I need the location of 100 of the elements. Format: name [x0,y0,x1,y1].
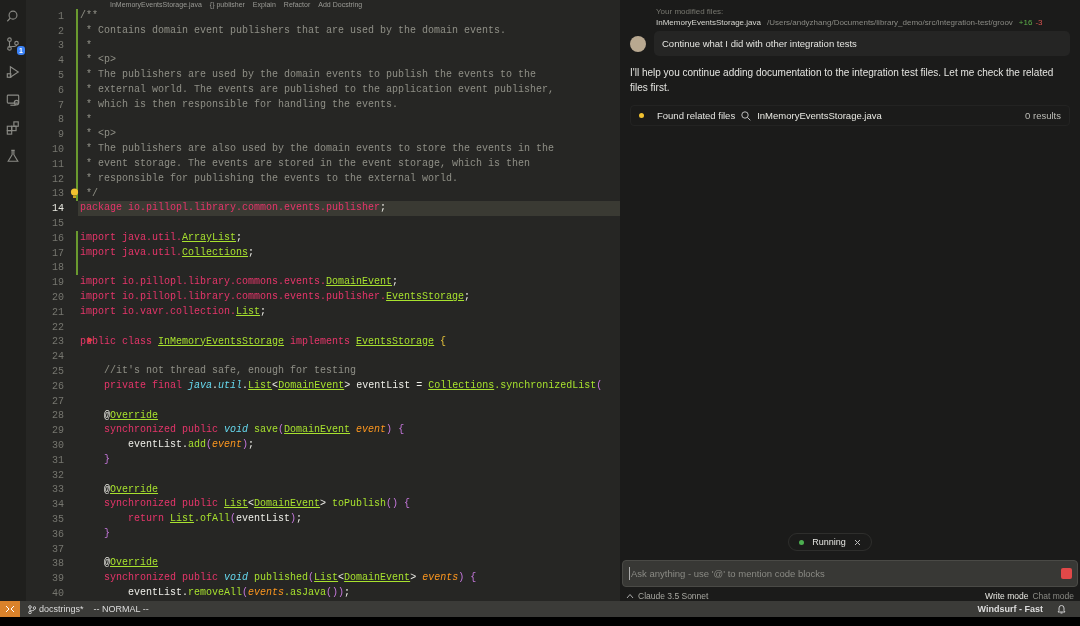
line-number: 31 [51,454,65,466]
mode-toggle[interactable]: Write mode [985,590,1029,601]
chat-input[interactable]: Ask anything - use '@' to mention code blocks [622,560,1078,587]
code-line: synchronized public List<DomainEvent> toPublish() { [103,497,412,512]
line-number: 22 [51,321,65,333]
line-number: 13 [51,188,65,200]
line-number: 19 [51,277,65,289]
line-number: 36 [51,528,65,540]
code-line: synchronized public void published(List<DomainEvent> events) { [103,571,478,586]
code-line: import io.pillopl.library.commons.events.DomainEvent; [79,275,400,290]
code-line: synchronized public void save(DomainEvent event) { [103,423,406,438]
remote-icon [5,605,15,613]
line-number: 10 [51,144,65,156]
code-line: /** [79,9,99,23]
line-number: 34 [51,499,65,511]
file-name[interactable]: InMemoryEventsStorage.java [656,18,761,27]
line-number: 27 [51,395,65,407]
line-number: 2 [57,25,65,37]
line-number: 28 [51,410,65,422]
code-line: * The publishers are used by the domain events to publish the events to the [85,68,538,83]
line-number: 11 [51,158,65,170]
editor-mode-label: -- NORMAL -- [93,604,149,614]
branch-icon[interactable] [6,36,20,52]
line-number: 4 [57,55,65,67]
code-line: * Contains domain event publishers that are used by the domain events. [85,23,508,38]
bell-icon[interactable] [1057,604,1066,614]
monitor-icon[interactable] [6,92,20,108]
code-line: } [103,526,111,541]
code-line: import java.util.Collections; [79,245,256,260]
mode-toggle[interactable]: Chat mode [1032,590,1074,601]
remote-button[interactable] [0,601,20,617]
code-line: * event storage. The events are stored in the event storage, which is then [85,156,532,171]
line-number: 23 [51,336,65,348]
line-number: 25 [51,366,65,377]
branch-icon [28,604,36,614]
code-line: * The publishers are also used by the domain events to store the events in the [85,142,556,157]
code-line: */ [85,186,99,201]
code-line: @Override [103,408,160,423]
code-line: } [103,452,111,467]
lightbulb-icon[interactable] [70,187,79,199]
line-number: 37 [51,543,65,555]
line-number: 17 [51,247,65,259]
branch-name: docstrings* [39,604,84,614]
user-message: Continue what I did with other integration tests [654,31,1070,56]
step-label: Found related files [657,110,736,121]
status-dot [799,539,805,545]
code-line: @Override [103,556,160,571]
result-count: 0 results [1025,110,1061,121]
line-number: 14 [51,203,65,215]
code-line: public class InMemoryEventsStorage implements EventsStorage { [79,334,448,349]
code-line: eventList.add(event); [127,438,256,453]
line-number: 38 [51,558,65,570]
line-number: 21 [51,306,65,318]
code-line: * <p> [85,127,117,142]
line-number: 30 [51,440,65,451]
removed-count: -3 [1035,18,1043,27]
line-number: 29 [51,425,65,437]
code-line: * external world. The events are published to the application event publisher, [85,83,556,97]
added-count: +16 [1018,18,1033,27]
code-line: @Override [103,482,160,497]
code-line: private final java.util.List<DomainEvent> eventList = Collections.synchronizedList( [103,378,604,393]
line-number: 5 [57,70,65,82]
assistant-message: I'll help you continue adding documentation to the integration test files. Let me check the related files first. [630,66,1055,95]
line-number: 1 [57,10,65,22]
code-line: //it's not thread safe, enough for testing [103,364,358,379]
line-number: 6 [57,84,65,96]
line-number: 16 [51,232,65,244]
branch-indicator[interactable]: docstrings* [28,604,84,614]
line-number: 40 [51,587,65,599]
line-number: 7 [57,99,65,111]
line-number: 18 [51,262,65,274]
line-number: 26 [51,380,65,392]
line-number: 3 [57,40,65,52]
code-line: return List.ofAll(eventList); [127,512,304,527]
section-label: Your modified files: [656,7,725,16]
search-icon [741,110,752,121]
code-line: import io.pillopl.library.commons.events.publisher.EventsStorage; [79,290,472,305]
line-number: 12 [51,173,65,185]
chevron-up-icon[interactable] [626,592,634,599]
model-selector[interactable]: Claude 3.5 Sonnet [638,590,709,601]
blocks-icon[interactable] [6,120,20,136]
line-number: 8 [57,114,65,126]
app-status[interactable]: Windsurf - Fast [977,604,1043,614]
close-icon[interactable] [853,538,861,546]
code-line: eventList.removeAll(events.asJava()); [127,586,352,601]
run-debug-icon[interactable] [6,64,20,80]
line-number: 32 [51,469,65,481]
line-number: 39 [51,573,65,585]
code-line: * [85,38,93,53]
code-line: * <p> [85,53,117,68]
line-number: 35 [51,514,65,525]
search-icon[interactable] [6,8,20,24]
input-field[interactable]: Ask anything - use '@' to mention code blocks [629,567,1061,580]
avatar [630,35,646,52]
line-number: 20 [51,292,65,304]
file-name[interactable]: InMemoryEventsStorage.java [757,110,882,121]
code-line: import java.util.ArrayList; [79,230,244,245]
line-number: 33 [51,484,65,496]
line-number: 24 [51,351,65,363]
flask-icon[interactable] [6,148,20,164]
